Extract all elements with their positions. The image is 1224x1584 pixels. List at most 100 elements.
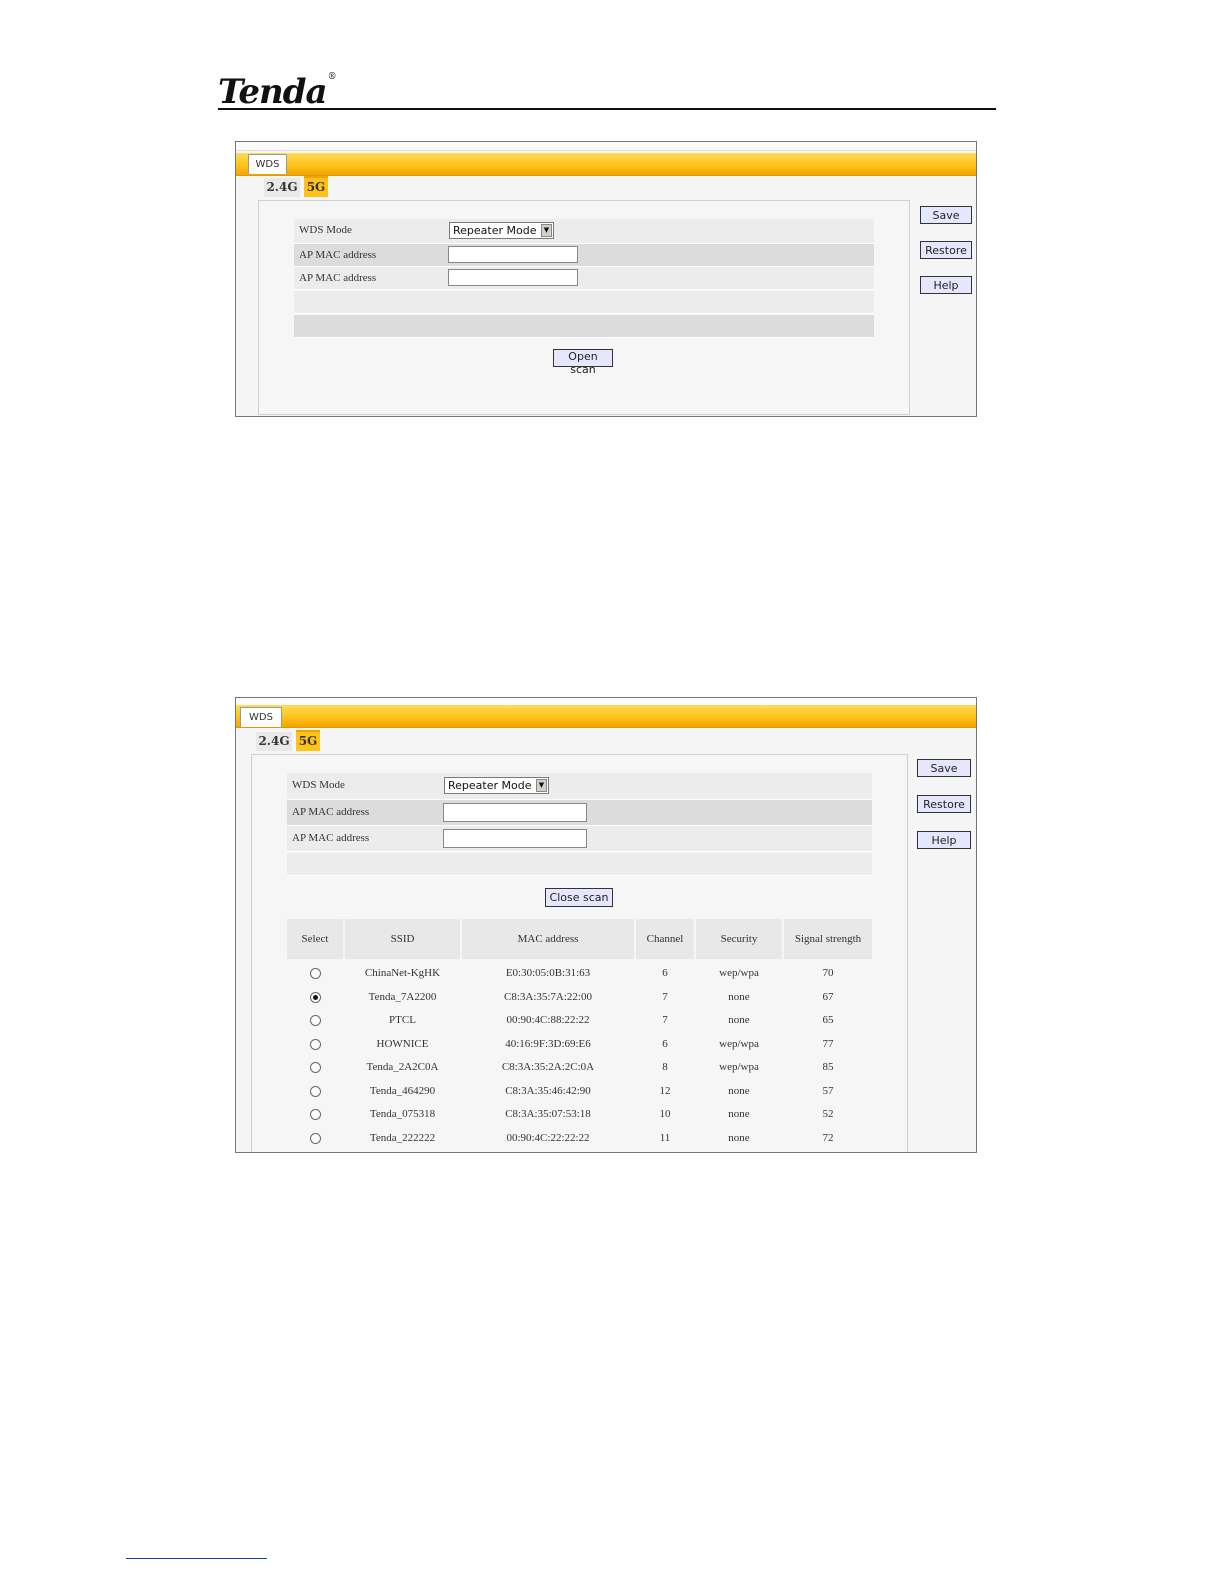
subtab-5g[interactable]: 5G <box>296 730 320 751</box>
empty-row <box>287 853 872 876</box>
cell-channel: 6 <box>662 1037 668 1050</box>
top-orange-bar <box>236 705 976 728</box>
table-row[interactable]: Tenda_075318 C8:3A:35:07:53:18 10 none 52 <box>287 1103 872 1125</box>
cell-security: none <box>728 1014 750 1026</box>
select-radio[interactable] <box>310 1085 321 1097</box>
col-header-channel: Channel <box>636 919 694 959</box>
col-header-security: Security <box>696 919 782 959</box>
ap-mac-label-2: AP MAC address <box>299 272 377 284</box>
cell-security: none <box>728 1084 750 1097</box>
cell-mac: 00:90:4C:88:22:22 <box>506 1014 590 1026</box>
col-header-mac: MAC address <box>462 919 634 959</box>
select-radio[interactable] <box>310 1038 321 1050</box>
open-scan-button[interactable]: Open scan <box>553 349 613 376</box>
tenda-logo: Tenda® <box>218 72 337 112</box>
ap-mac-label-1: AP MAC address <box>299 249 377 261</box>
ap-mac-input-1[interactable] <box>448 246 578 263</box>
select-radio[interactable] <box>310 1015 321 1026</box>
cell-security: none <box>728 1108 750 1120</box>
ap-mac-input-2[interactable] <box>448 269 578 286</box>
cell-channel: 7 <box>662 1014 668 1026</box>
wds-mode-select[interactable]: Repeater Mode ▼ <box>444 777 549 794</box>
settings-panel: WDS Mode Repeater Mode ▼ AP MAC address … <box>258 200 910 415</box>
help-button[interactable]: Help <box>917 831 971 849</box>
cell-security: wep/wpa <box>719 967 759 979</box>
top-orange-bar <box>236 153 976 176</box>
table-row[interactable]: PTCL 00:90:4C:88:22:22 7 none 65 <box>287 1009 872 1031</box>
cell-mac: E0:30:05:0B:31:63 <box>505 967 591 979</box>
cell-mac: C8:3A:35:7A:22:00 <box>503 990 592 1003</box>
cell-ssid: Tenda_222222 <box>369 1131 436 1144</box>
table-row[interactable]: ChinaNet-KgHK E0:30:05:0B:31:63 6 wep/wpa 70 <box>287 962 872 984</box>
wds-mode-select[interactable]: Repeater Mode ▼ <box>449 222 554 239</box>
cell-security: none <box>728 1131 750 1144</box>
save-button[interactable]: Save <box>917 759 971 777</box>
ap-mac-input-1[interactable] <box>443 803 587 822</box>
select-radio[interactable] <box>310 1062 321 1073</box>
cell-ssid: Tenda_075318 <box>369 1108 436 1120</box>
table-row[interactable]: Tenda_464290 C8:3A:35:46:42:90 12 none 57 <box>287 1080 872 1102</box>
wds-mode-row: WDS Mode Repeater Mode ▼ <box>294 219 874 244</box>
table-body: ChinaNet-KgHK E0:30:05:0B:31:63 6 wep/wpa 70… <box>287 962 872 1152</box>
cell-signal: 72 <box>822 1131 834 1144</box>
cell-signal: 57 <box>822 1084 834 1097</box>
ap-mac-label-1: AP MAC address <box>292 806 370 818</box>
select-radio[interactable] <box>310 1109 321 1120</box>
select-radio[interactable] <box>310 991 321 1003</box>
save-button[interactable]: Save <box>920 206 972 224</box>
table-row[interactable]: Tenda_7A2200 C8:3A:35:7A:22:00 7 none 67 <box>287 986 872 1008</box>
empty-row-dark <box>294 315 874 338</box>
restore-button[interactable]: Restore <box>917 795 971 813</box>
cell-signal: 67 <box>822 990 834 1003</box>
select-radio[interactable] <box>310 1132 321 1144</box>
cell-mac: 40:16:9F:3D:69:E6 <box>505 1037 591 1050</box>
screenshot-close-scan: WDS 2.4G 5G WDS Mode Repeater Mode ▼ AP … <box>235 697 977 1153</box>
table-row[interactable]: HOWNICE 40:16:9F:3D:69:E6 6 wep/wpa 77 <box>287 1033 872 1055</box>
cell-signal: 65 <box>822 1014 834 1026</box>
cell-channel: 10 <box>659 1108 671 1120</box>
ap-mac-row-1: AP MAC address <box>294 244 874 267</box>
cell-mac: C8:3A:35:46:42:90 <box>505 1084 591 1097</box>
help-button[interactable]: Help <box>920 276 972 294</box>
ap-mac-input-2[interactable] <box>443 829 587 848</box>
wds-mode-label: WDS Mode <box>292 779 345 791</box>
tab-wds[interactable]: WDS <box>248 154 287 174</box>
table-row[interactable]: Tenda_2A2C0A C8:3A:35:2A:2C:0A 8 wep/wpa 85 <box>287 1056 872 1078</box>
subtab-5g[interactable]: 5G <box>304 176 328 197</box>
close-scan-button[interactable]: Close scan <box>545 888 613 907</box>
ap-mac-row-1: AP MAC address <box>287 800 872 826</box>
cell-signal: 70 <box>822 967 834 979</box>
select-radio[interactable] <box>310 968 321 979</box>
cell-ssid: ChinaNet-KgHK <box>364 967 441 979</box>
cell-channel: 7 <box>662 990 668 1003</box>
settings-panel: WDS Mode Repeater Mode ▼ AP MAC address … <box>251 754 908 1152</box>
col-header-signal: Signal strength <box>784 919 872 959</box>
ap-mac-label-2: AP MAC address <box>292 832 370 844</box>
scan-results-table: Select SSID MAC address Channel Security… <box>287 919 872 1152</box>
restore-button[interactable]: Restore <box>920 241 972 259</box>
empty-row <box>294 291 874 314</box>
cell-mac: C8:3A:35:07:53:18 <box>505 1108 591 1120</box>
col-header-ssid: SSID <box>345 919 460 959</box>
screenshot-open-scan: WDS 2.4G 5G WDS Mode Repeater Mode ▼ AP … <box>235 141 977 417</box>
table-row[interactable]: Tenda_222222 00:90:4C:22:22:22 11 none 72 <box>287 1127 872 1149</box>
cell-security: wep/wpa <box>719 1037 759 1050</box>
cell-mac: 00:90:4C:22:22:22 <box>506 1131 590 1144</box>
cell-ssid: HOWNICE <box>376 1037 429 1050</box>
cell-security: none <box>728 990 750 1003</box>
wds-mode-row: WDS Mode Repeater Mode ▼ <box>287 773 872 800</box>
subtab-2-4g[interactable]: 2.4G <box>256 732 292 751</box>
window-top-strip <box>236 142 976 151</box>
dropdown-arrow-icon: ▼ <box>541 224 552 237</box>
cell-ssid: Tenda_7A2200 <box>368 990 437 1003</box>
header-rule <box>218 108 996 110</box>
tab-wds[interactable]: WDS <box>240 707 282 727</box>
cell-channel: 8 <box>662 1061 668 1073</box>
cell-channel: 12 <box>659 1084 671 1097</box>
subtab-2-4g[interactable]: 2.4G <box>264 178 300 197</box>
cell-channel: 11 <box>659 1131 671 1144</box>
footer-link-underline <box>126 1558 267 1559</box>
cell-ssid: PTCL <box>389 1014 416 1026</box>
col-header-select: Select <box>287 919 343 959</box>
cell-signal: 52 <box>822 1108 834 1120</box>
